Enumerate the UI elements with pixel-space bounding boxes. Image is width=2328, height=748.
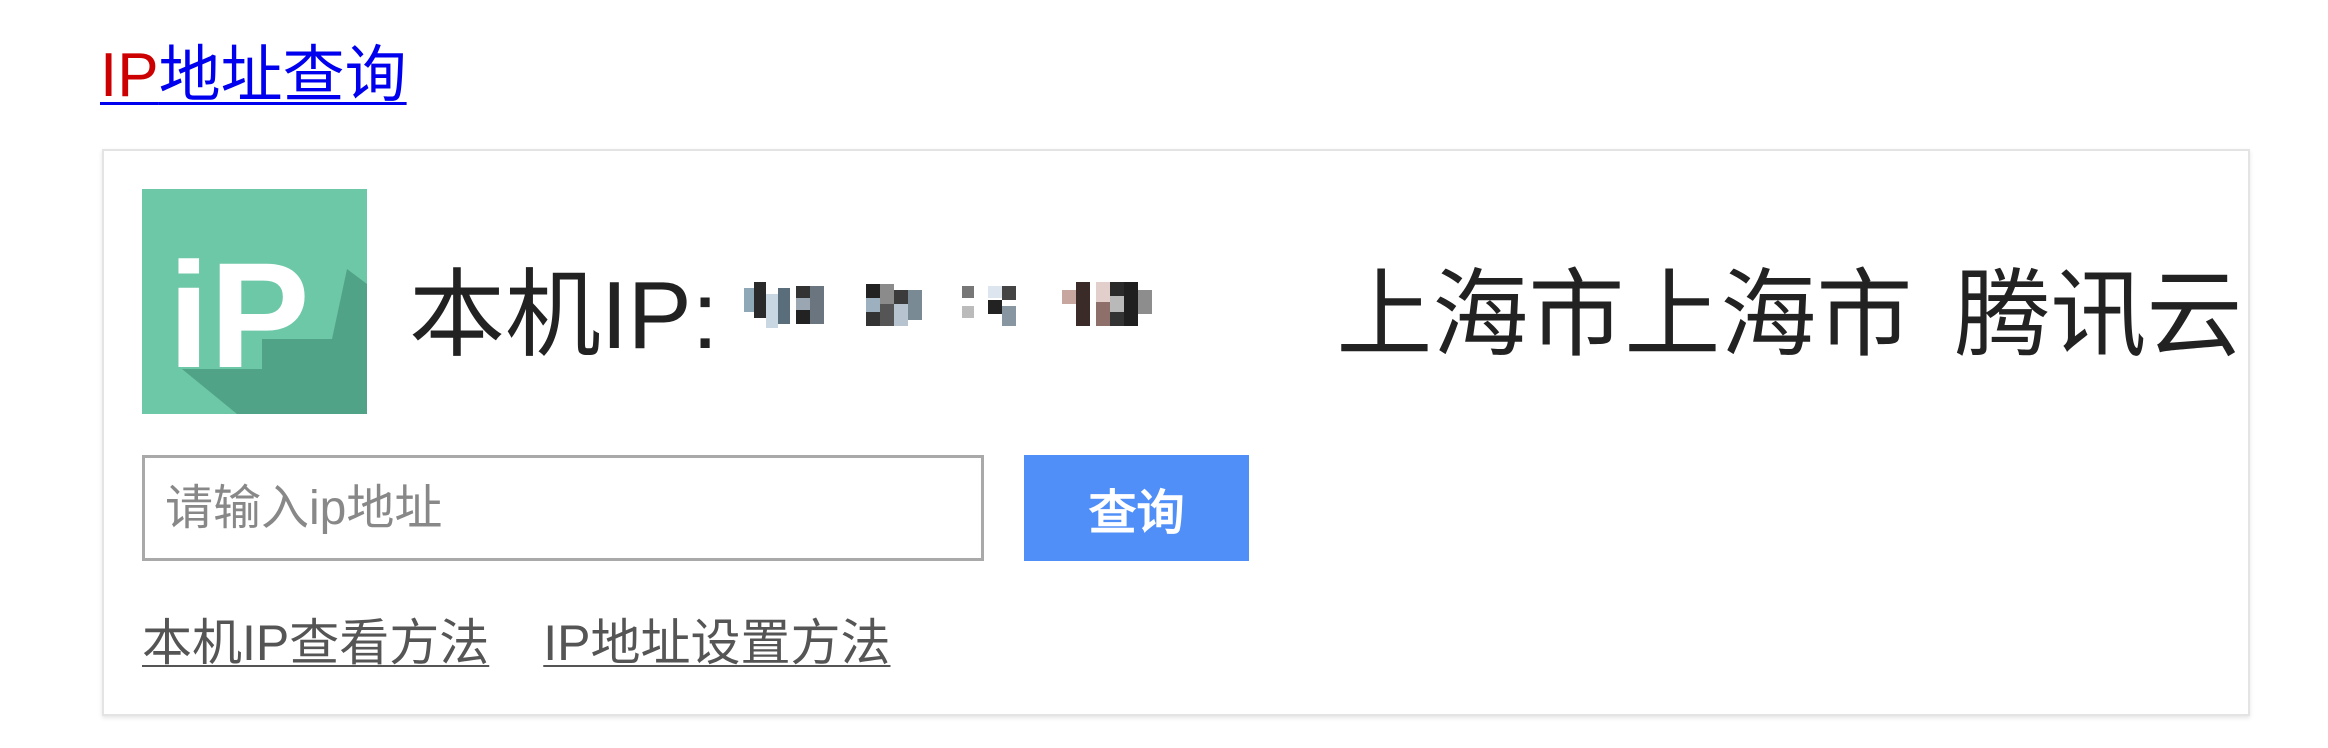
title-accent: IP (100, 41, 159, 110)
ip-location: 上海市上海市 (1336, 261, 1913, 369)
ip-logo-icon: iP (142, 189, 367, 414)
logo-letters: iP (168, 231, 310, 399)
title-rest: 地址查询 (158, 41, 407, 110)
ip-lookup-widget: iP 本机IP: 上海市上海市 腾讯云 请输入ip地址 查询 本机IP查看方法 … (102, 149, 2250, 716)
current-ip-label: 本机IP: (409, 261, 719, 369)
masked-ip-address (744, 276, 1296, 336)
ip-lookup-title-link[interactable]: IP地址查询 (100, 36, 407, 116)
help-links: 本机IP查看方法 IP地址设置方法 (142, 603, 891, 675)
ip-settings-howto-link[interactable]: IP地址设置方法 (543, 603, 890, 675)
ip-isp: 腾讯云 (1954, 261, 2243, 369)
ip-search-input[interactable] (142, 455, 984, 561)
current-ip-info: 本机IP: 上海市上海市 腾讯云 (409, 251, 2242, 369)
query-button[interactable]: 查询 (1024, 455, 1249, 561)
local-ip-howto-link[interactable]: 本机IP查看方法 (142, 603, 489, 675)
